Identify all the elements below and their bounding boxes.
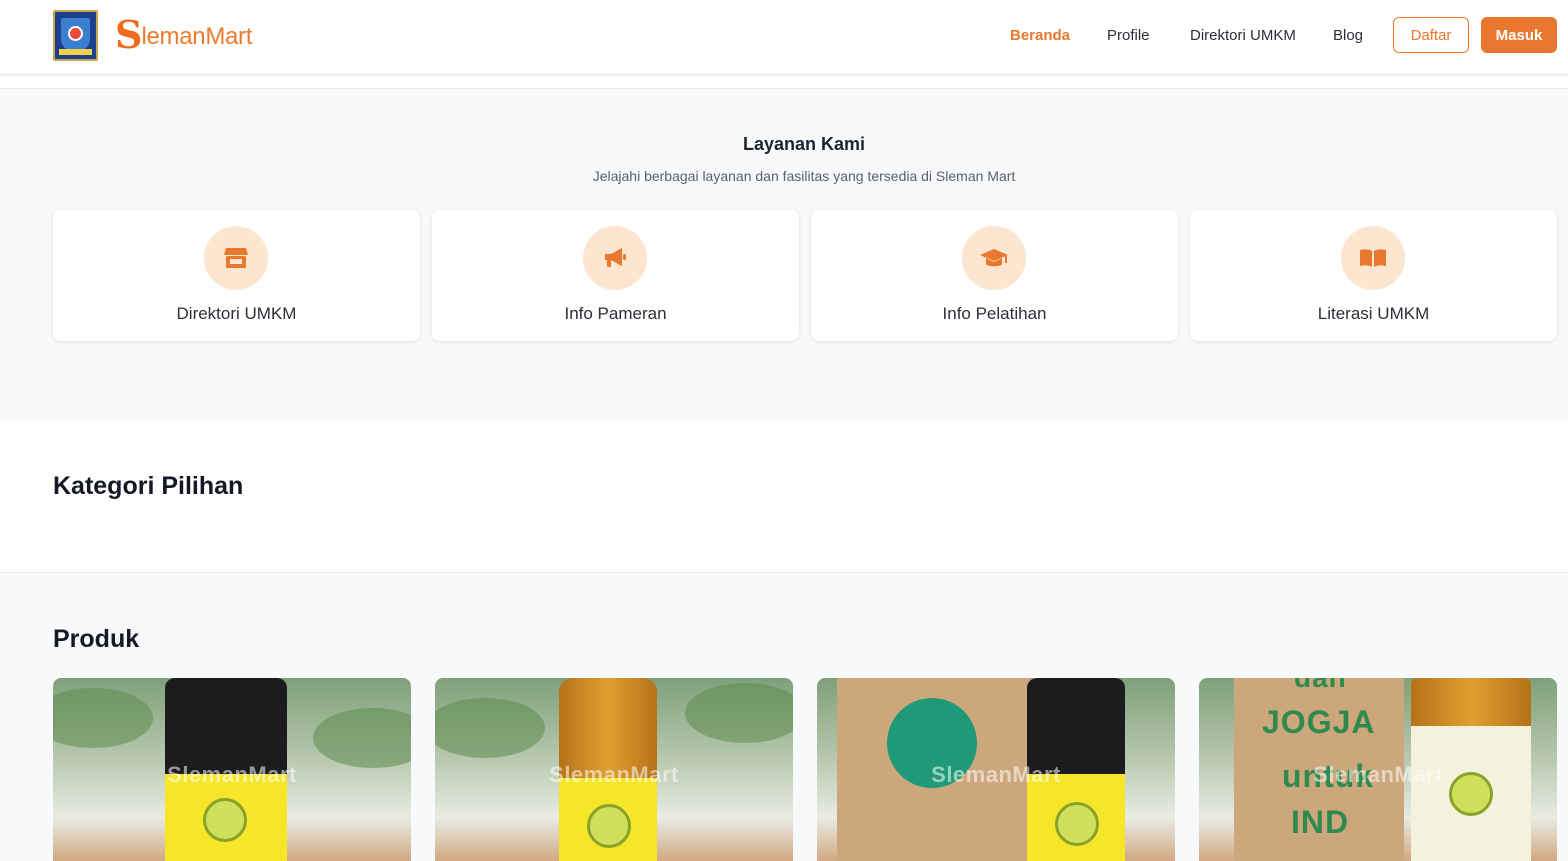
kategori-section: Kategori Pilihan [0, 421, 1568, 573]
nav-direktori-umkm[interactable]: Direktori UMKM [1190, 27, 1296, 44]
site-header: S lemanMart Beranda Profile Direktori UM… [0, 0, 1568, 75]
brand-logo-text: lemanMart [141, 23, 253, 50]
product-watermark: SlemanMart [1313, 762, 1443, 787]
product-label-lime [1055, 802, 1099, 846]
product-watermark: SlemanMart [167, 762, 297, 787]
product-box-text: dan [1294, 678, 1347, 694]
services-section: Layanan Kami Jelajahi berbagai layanan d… [0, 88, 1568, 421]
product-label-lime [203, 798, 247, 842]
service-card-direktori-umkm[interactable]: Direktori UMKM [53, 210, 420, 341]
crest-emblem [68, 26, 83, 41]
product-watermark: SlemanMart [931, 762, 1061, 787]
nav-beranda[interactable]: Beranda [1010, 27, 1070, 44]
product-card[interactable]: dan JOGJA untuk IND SlemanMart [1199, 678, 1557, 861]
product-watermark: SlemanMart [549, 762, 679, 787]
nav-blog[interactable]: Blog [1333, 27, 1363, 44]
produk-section: Produk SlemanMart SlemanMart SlemanMart … [0, 574, 1568, 861]
service-card-info-pelatihan[interactable]: Info Pelatihan [811, 210, 1178, 341]
sleman-crest-logo[interactable] [53, 10, 98, 61]
service-card-label: Direktori UMKM [176, 304, 297, 323]
nav-profile[interactable]: Profile [1107, 27, 1150, 44]
brand-logo[interactable]: S lemanMart [115, 14, 252, 54]
product-card[interactable]: SlemanMart [53, 678, 411, 861]
service-card-label: Info Pelatihan [942, 304, 1047, 323]
masuk-button[interactable]: Masuk [1481, 17, 1557, 53]
brand-logo-mark: S [115, 12, 143, 57]
megaphone-icon [583, 226, 647, 290]
store-icon [204, 226, 268, 290]
product-card[interactable]: SlemanMart [817, 678, 1175, 861]
service-card-literasi-umkm[interactable]: Literasi UMKM [1190, 210, 1557, 341]
product-photo-foliage [685, 683, 793, 743]
service-card-info-pameran[interactable]: Info Pameran [432, 210, 799, 341]
services-subtitle: Jelajahi berbagai layanan dan fasilitas … [592, 168, 1016, 184]
daftar-button[interactable]: Daftar [1393, 17, 1469, 53]
crest-band [59, 49, 92, 55]
produk-title: Produk [53, 625, 140, 653]
service-card-label: Literasi UMKM [1317, 304, 1430, 323]
product-box-text: IND [1291, 804, 1350, 840]
product-card[interactable]: SlemanMart [435, 678, 793, 861]
kategori-title: Kategori Pilihan [53, 472, 244, 500]
graduation-cap-icon [962, 226, 1026, 290]
product-label-lime [587, 804, 631, 848]
open-book-icon [1341, 226, 1405, 290]
product-box-text: JOGJA [1262, 704, 1376, 740]
service-card-label: Info Pameran [564, 304, 667, 323]
services-title: Layanan Kami [742, 134, 866, 154]
